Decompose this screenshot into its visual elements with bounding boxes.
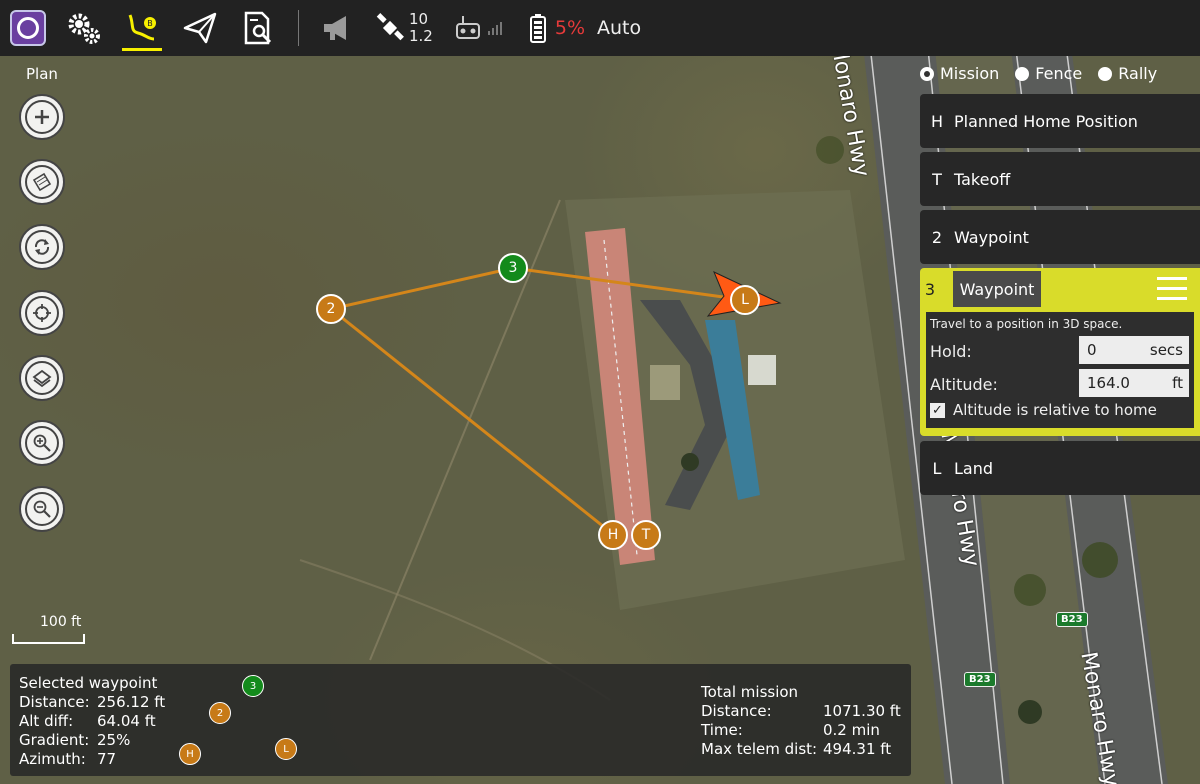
mini-marker-3: 3 — [242, 675, 264, 697]
mission-item-land[interactable]: L Land — [920, 441, 1200, 495]
add-waypoint-button[interactable] — [19, 94, 65, 140]
mission-item-editor: Travel to a position in 3D space. Hold: … — [926, 312, 1194, 428]
sel-alt-diff-label: Alt diff: — [19, 712, 74, 730]
plan-label: Plan — [26, 65, 58, 83]
sel-azimuth-value: 77 — [97, 750, 117, 768]
max-telem-value: 494.31 ft — [823, 740, 892, 758]
sel-alt-diff-value: 64.04 ft — [97, 712, 156, 730]
hamburger-menu-icon[interactable] — [1157, 277, 1187, 307]
waypoint-marker-home[interactable]: H — [598, 520, 628, 550]
fence-radio[interactable] — [1015, 66, 1030, 81]
mission-item-seq: 2 — [931, 227, 943, 247]
total-time-label: Time: — [701, 721, 743, 739]
zoom-in-button[interactable] — [19, 420, 65, 466]
signal-bars-icon — [487, 0, 505, 56]
mini-marker-home: H — [179, 743, 201, 765]
mission-item-seq: T — [932, 169, 942, 189]
sel-distance-label: Distance: — [19, 693, 90, 711]
hold-unit: secs — [1149, 341, 1183, 359]
total-distance-label: Distance: — [701, 702, 772, 720]
pattern-icon — [25, 165, 59, 199]
altitude-relative-label[interactable]: Altitude is relative to home — [953, 401, 1157, 419]
max-telem-label: Max telem dist: — [701, 740, 818, 758]
add-waypoint-icon — [25, 100, 59, 134]
battery-icon[interactable] — [529, 0, 547, 56]
total-time-value: 0.2 min — [823, 721, 880, 739]
zoom-in-icon — [25, 426, 59, 460]
mission-stats-panel: Selected waypoint Distance: 256.12 ft Al… — [10, 664, 911, 776]
total-distance-value: 1071.30 ft — [823, 702, 901, 720]
paper-plane-icon[interactable] — [180, 5, 220, 51]
zoom-out-icon — [25, 492, 59, 526]
fence-radio-label[interactable]: Fence — [1035, 64, 1082, 83]
selected-waypoint-title: Selected waypoint — [19, 674, 158, 692]
zoom-out-button[interactable] — [19, 486, 65, 532]
mission-item-label: Takeoff — [954, 169, 1011, 189]
altitude-field[interactable]: 164.0 ft — [1079, 369, 1189, 397]
road-badge-b23: B23 — [964, 672, 996, 687]
rally-radio-label[interactable]: Rally — [1118, 64, 1157, 83]
gear-icon[interactable] — [64, 5, 104, 51]
battery-percent[interactable]: 5% — [555, 17, 585, 39]
sel-gradient-label: Gradient: — [19, 731, 90, 749]
center-map-button[interactable] — [19, 290, 65, 336]
waypoint-marker-land[interactable]: L — [730, 285, 760, 315]
top-toolbar: B 10 1.2 5% Auto — [0, 0, 1200, 56]
toolbar-divider — [298, 10, 299, 46]
waypoint-marker-2[interactable]: 2 — [316, 294, 346, 324]
mission-item-waypoint-2[interactable]: 2 Waypoint — [920, 210, 1200, 264]
command-selector-button[interactable]: Waypoint — [953, 271, 1041, 307]
waypoint-marker-3[interactable]: 3 — [498, 253, 528, 283]
mission-item-takeoff[interactable]: T Takeoff — [920, 152, 1200, 206]
rc-transmitter-icon[interactable] — [453, 5, 483, 51]
sel-distance-value: 256.12 ft — [97, 693, 166, 711]
mini-marker-land: L — [275, 738, 297, 760]
mission-item-seq: 3 — [924, 280, 936, 299]
mission-item-seq: H — [930, 111, 944, 131]
command-description: Travel to a position in 3D space. — [930, 317, 1123, 331]
qgc-logo-icon[interactable] — [10, 10, 46, 46]
rally-radio[interactable] — [1098, 66, 1113, 81]
sync-icon — [25, 230, 59, 264]
road-badge-b23: B23 — [1056, 612, 1088, 627]
mission-item-label: Waypoint — [954, 227, 1029, 247]
sel-gradient-value: 25% — [97, 731, 131, 749]
gps-indicator[interactable]: 10 1.2 — [375, 11, 433, 45]
svg-text:B: B — [147, 19, 153, 28]
megaphone-icon[interactable] — [317, 5, 357, 51]
plan-route-icon[interactable]: B — [122, 5, 162, 51]
altitude-label: Altitude: — [930, 375, 998, 394]
altitude-value: 164.0 — [1087, 374, 1130, 392]
mission-item-label: Land — [954, 458, 994, 478]
hold-label: Hold: — [930, 342, 972, 361]
mission-item-label: Planned Home Position — [954, 111, 1138, 131]
waypoint-marker-takeoff[interactable]: T — [631, 520, 661, 550]
mission-radio[interactable] — [920, 66, 934, 81]
mission-item-home[interactable]: H Planned Home Position — [920, 94, 1200, 148]
map-scale-bar — [12, 634, 85, 644]
mission-item-seq: L — [932, 458, 942, 478]
layers-icon — [25, 361, 59, 395]
hold-field[interactable]: 0 secs — [1079, 336, 1189, 364]
mission-item-waypoint-3-selected[interactable]: 3 Waypoint Travel to a position in 3D sp… — [920, 268, 1200, 436]
sync-button[interactable] — [19, 224, 65, 270]
flight-mode[interactable]: Auto — [597, 17, 641, 39]
map-layers-button[interactable] — [19, 355, 65, 401]
center-icon — [25, 296, 59, 330]
gps-satellite-count: 10 — [409, 10, 429, 28]
mini-marker-2: 2 — [209, 702, 231, 724]
plan-mode-selector: Mission Fence Rally — [920, 64, 1173, 83]
mission-radio-label[interactable]: Mission — [940, 64, 999, 83]
total-mission-title: Total mission — [701, 683, 799, 701]
hold-value: 0 — [1087, 341, 1097, 359]
satellite-icon — [376, 13, 404, 41]
analyze-icon[interactable] — [238, 5, 278, 51]
altitude-relative-checkbox[interactable]: ✓ — [930, 403, 945, 418]
altitude-unit: ft — [1172, 374, 1183, 392]
gps-hdop: 1.2 — [409, 27, 433, 45]
map-scale-label: 100 ft — [40, 614, 82, 630]
sel-azimuth-label: Azimuth: — [19, 750, 86, 768]
pattern-button[interactable] — [19, 159, 65, 205]
